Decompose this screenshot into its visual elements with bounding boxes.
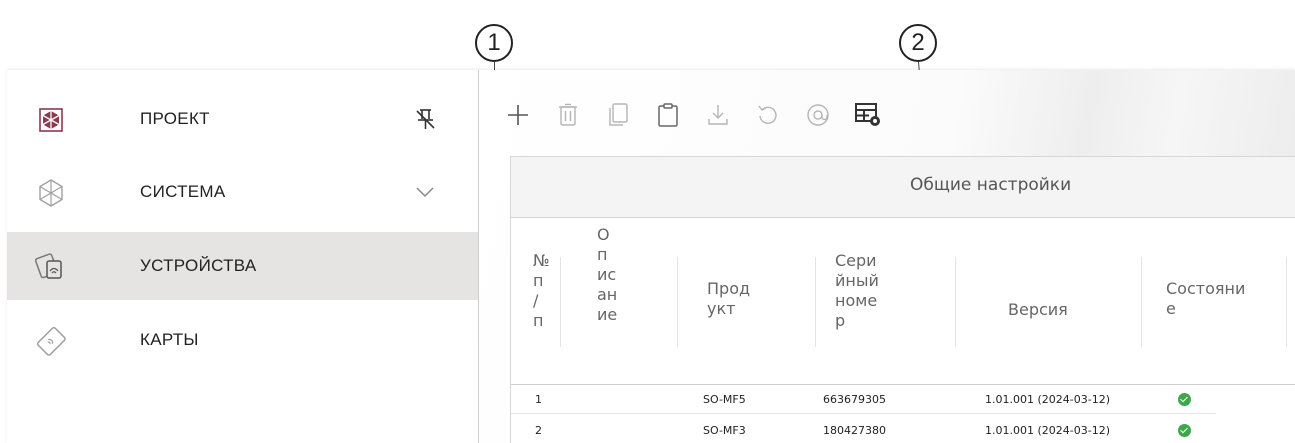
devices-table: Общие настройки № п / п О п ис ан ие Про… [510, 156, 1295, 443]
column-separator [815, 257, 816, 347]
sidebar-item-label: УСТРОЙСТВА [140, 256, 257, 275]
group-header-title: Общие настройки [910, 175, 1072, 195]
column-separator [955, 257, 956, 347]
column-separator [1286, 257, 1287, 347]
sidebar-item-label: ПРОЕКТ [140, 109, 210, 128]
cell-number: 2 [535, 424, 542, 437]
cell-product: SO-MF5 [703, 393, 746, 406]
column-separator [677, 257, 678, 347]
download-button[interactable] [701, 98, 735, 132]
callout-2-label: 2 [911, 29, 925, 56]
paste-button[interactable] [651, 98, 685, 132]
row-divider [511, 413, 1216, 414]
undo-button[interactable] [751, 98, 785, 132]
delete-icon [559, 103, 577, 126]
table-header-divider [511, 384, 1295, 385]
column-separator [1141, 257, 1142, 347]
table-group-header: Общие настройки [511, 157, 1295, 218]
cell-product: SO-MF3 [703, 424, 746, 437]
cell-version: 1.01.001 (2024-03-12) [985, 424, 1110, 437]
sidebar-item-label: СИСТЕМА [140, 182, 226, 201]
table-settings-icon [855, 103, 880, 126]
download-icon [708, 105, 728, 125]
delete-button[interactable] [551, 98, 585, 132]
devices-icon [35, 253, 62, 279]
column-header-serial[interactable]: Сери йный номе р [835, 251, 879, 331]
cell-version: 1.01.001 (2024-03-12) [985, 393, 1110, 406]
copy-icon [609, 103, 628, 126]
column-header-status[interactable]: Состояни е [1166, 279, 1245, 319]
at-button[interactable] [801, 98, 835, 132]
column-header-product[interactable]: Прод укт [707, 279, 750, 319]
sidebar-item-system[interactable]: СИСТЕМА [7, 158, 478, 226]
add-button[interactable] [501, 98, 535, 132]
table-settings-button[interactable] [851, 98, 885, 132]
unpin-icon[interactable] [412, 106, 438, 132]
status-ok-icon [1178, 393, 1191, 406]
main-content: Общие настройки № п / п О п ис ан ие Про… [479, 70, 1295, 443]
sidebar-item-cards[interactable]: КАРТЫ [7, 306, 478, 374]
sidebar-item-project[interactable]: ПРОЕКТ [7, 85, 478, 153]
callout-1: 1 [475, 24, 513, 62]
column-separator [560, 257, 561, 347]
copy-button[interactable] [601, 98, 635, 132]
paste-icon [658, 103, 678, 127]
cell-number: 1 [535, 393, 542, 406]
column-header-number[interactable]: № п / п [533, 251, 550, 331]
cell-serial: 663679305 [823, 393, 886, 406]
column-header-version[interactable]: Версия [1008, 300, 1068, 320]
add-icon [508, 105, 528, 125]
sidebar: ПРОЕКТ СИСТЕМА УСТРОЙСТВА КАРТЫ [7, 70, 478, 443]
chevron-down-icon[interactable] [412, 179, 438, 205]
status-ok-icon [1178, 424, 1191, 437]
project-icon [39, 108, 63, 132]
cell-serial: 180427380 [823, 424, 886, 437]
column-header-description[interactable]: О п ис ан ие [597, 225, 617, 325]
cards-icon [36, 326, 66, 356]
app-window: ПРОЕКТ СИСТЕМА УСТРОЙСТВА КАРТЫ Общие на… [7, 70, 1295, 443]
system-icon [39, 179, 63, 207]
callout-1-label: 1 [487, 29, 501, 56]
at-icon [807, 104, 829, 126]
undo-icon [758, 105, 777, 125]
sidebar-item-label: КАРТЫ [140, 330, 199, 349]
callout-2: 2 [899, 24, 937, 62]
sidebar-item-devices[interactable]: УСТРОЙСТВА [7, 232, 478, 300]
